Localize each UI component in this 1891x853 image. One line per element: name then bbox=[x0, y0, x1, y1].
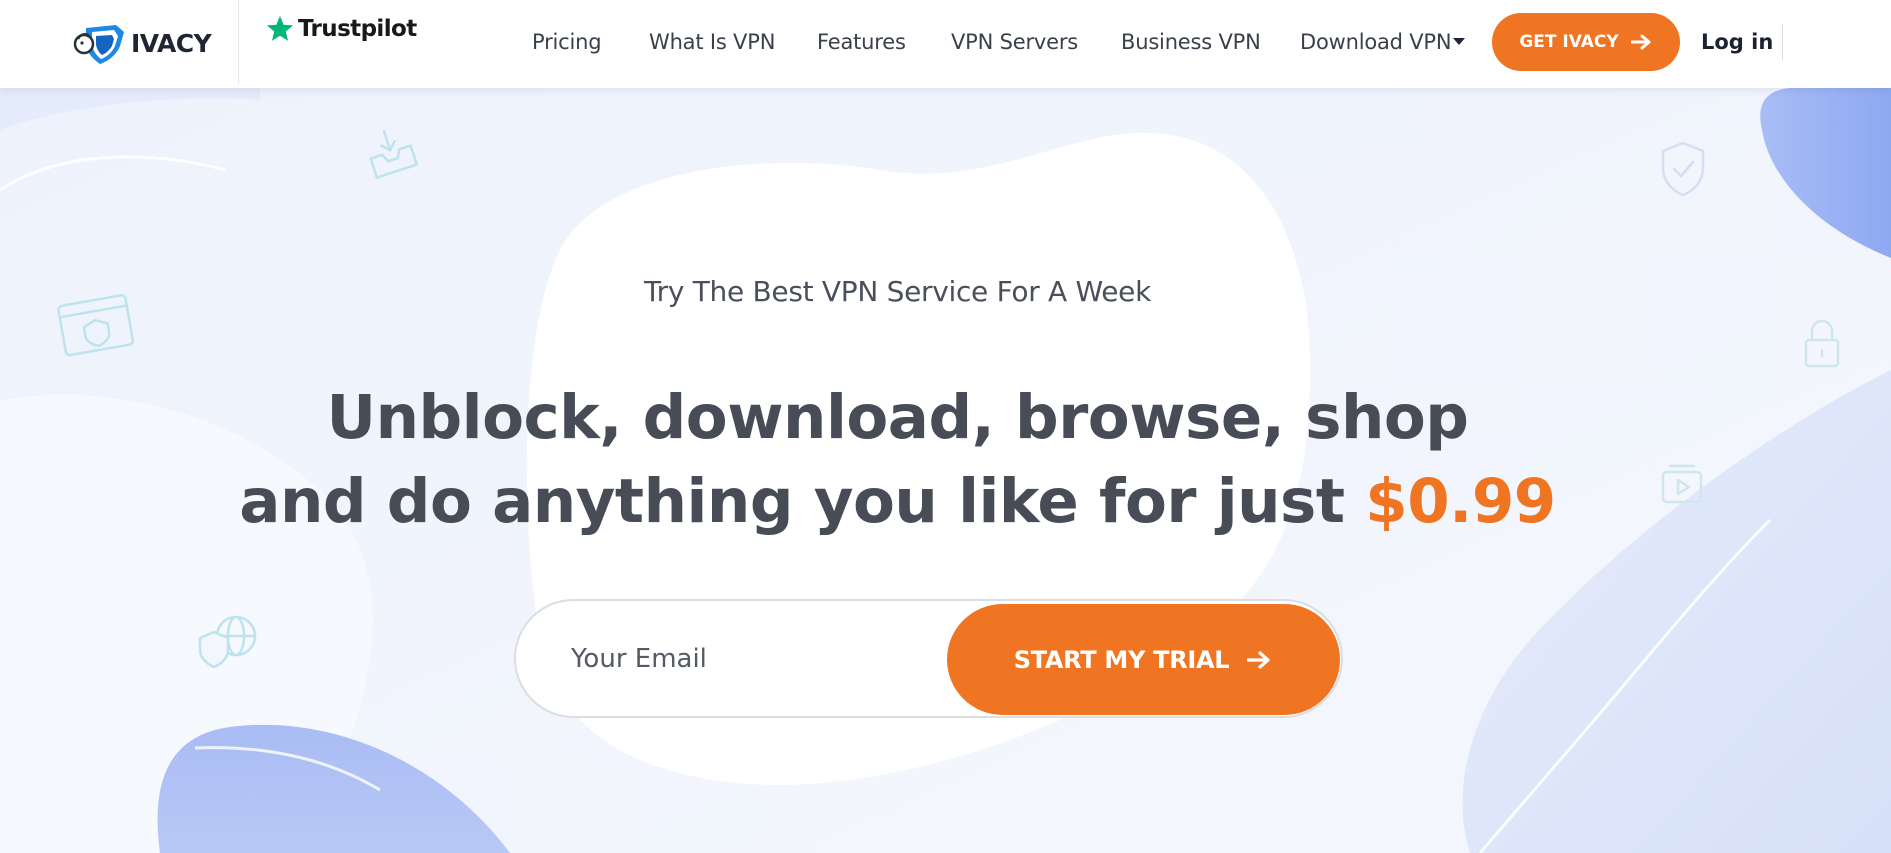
arrow-right-icon bbox=[1630, 34, 1651, 50]
login-link[interactable]: Log in bbox=[1701, 30, 1773, 54]
hero-eyebrow: Try The Best VPN Service For A Week bbox=[643, 275, 1152, 308]
ivacy-logo[interactable]: IVACY bbox=[72, 20, 212, 66]
trustpilot-badge[interactable]: Trustpilot bbox=[265, 12, 417, 46]
nav-features[interactable]: Features bbox=[817, 30, 906, 54]
trustpilot-star-icon bbox=[266, 15, 294, 41]
email-input[interactable] bbox=[571, 601, 931, 716]
arrow-right-icon bbox=[1247, 650, 1270, 669]
get-ivacy-button[interactable]: GET IVACY bbox=[1492, 13, 1680, 71]
nav-pricing[interactable]: Pricing bbox=[532, 30, 602, 54]
nav-download-vpn[interactable]: Download VPN bbox=[1300, 30, 1466, 54]
nav-business-vpn[interactable]: Business VPN bbox=[1121, 30, 1261, 54]
headline-line-1: Unblock, download, browse, shop bbox=[326, 382, 1469, 453]
ivacy-logo-icon bbox=[73, 25, 124, 64]
header-divider-right bbox=[1782, 24, 1783, 60]
shield-globe-icon bbox=[198, 615, 257, 669]
nav-what-is-vpn[interactable]: What Is VPN bbox=[649, 30, 775, 54]
start-trial-button[interactable]: START MY TRIAL bbox=[947, 604, 1340, 715]
get-ivacy-label: GET IVACY bbox=[1519, 32, 1619, 52]
shield-check-icon bbox=[1661, 141, 1705, 197]
caret-down-icon bbox=[1453, 38, 1466, 45]
download-box-icon bbox=[369, 129, 419, 179]
nav-vpn-servers[interactable]: VPN Servers bbox=[951, 30, 1078, 54]
start-trial-label: START MY TRIAL bbox=[1013, 645, 1230, 674]
headline-line-2: and do anything you like for just bbox=[239, 466, 1366, 537]
logo-text: IVACY bbox=[131, 28, 212, 58]
padlock-icon bbox=[1804, 319, 1840, 368]
trial-signup-form: START MY TRIAL bbox=[514, 599, 1343, 718]
header-divider bbox=[238, 0, 239, 84]
headline-price: $0.99 bbox=[1365, 466, 1556, 537]
page: IVACY Trustpilot Pricing What Is VPN Fea… bbox=[0, 0, 1891, 853]
hero-headline: Unblock, download, browse, shop and do a… bbox=[0, 376, 1891, 544]
nav-download-vpn-label: Download VPN bbox=[1300, 30, 1452, 54]
top-navbar: IVACY Trustpilot Pricing What Is VPN Fea… bbox=[0, 0, 1891, 88]
trustpilot-text: Trustpilot bbox=[298, 16, 417, 42]
